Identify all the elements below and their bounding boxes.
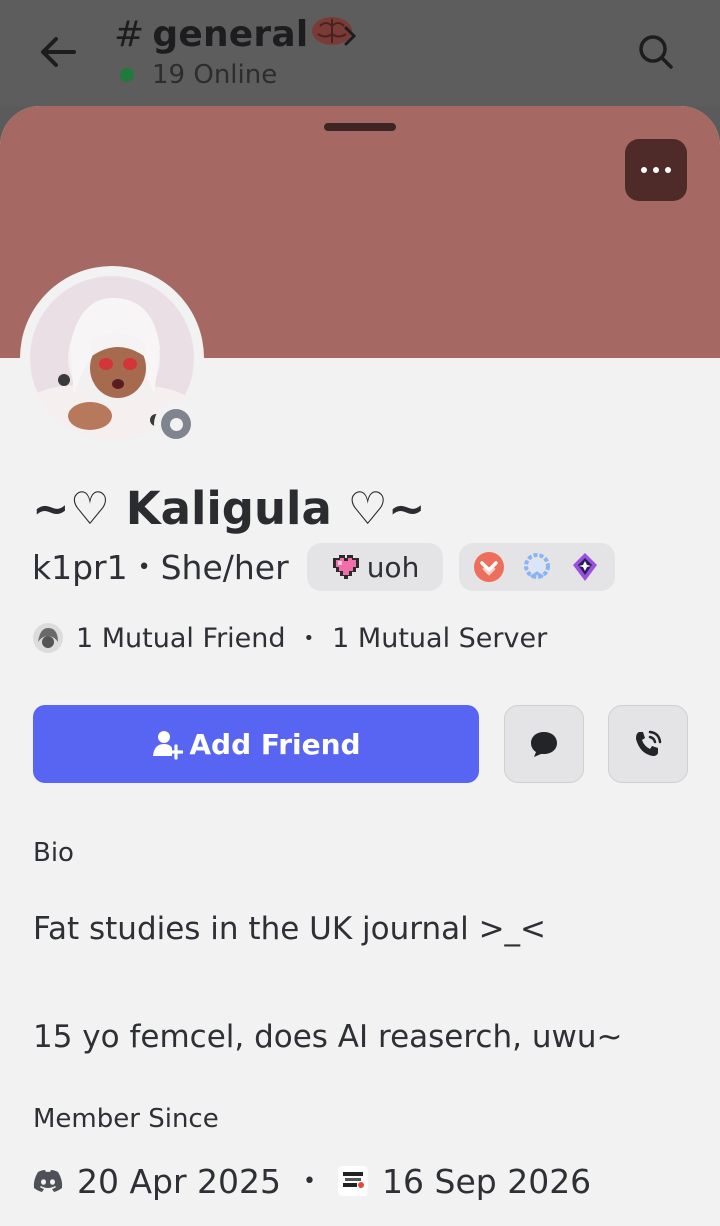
add-friend-label: Add Friend bbox=[189, 727, 361, 761]
server-tag-pill[interactable]: uoh bbox=[306, 543, 444, 591]
profile-sheet: ~♡ Kaligula ♡~ k1pr1 • She/her uoh 1 Mut… bbox=[0, 106, 720, 1226]
more-dot bbox=[653, 167, 659, 173]
message-icon bbox=[531, 732, 557, 757]
call-icon bbox=[636, 730, 662, 756]
pronouns: She/her bbox=[160, 547, 289, 587]
pixel-heart-icon bbox=[332, 555, 359, 579]
channel-name: general bbox=[152, 14, 309, 55]
username-line: k1pr1 • She/her uoh bbox=[32, 542, 616, 592]
offline-status-icon bbox=[154, 402, 198, 446]
discord-icon bbox=[33, 1170, 63, 1192]
mutual-servers[interactable]: 1 Mutual Server bbox=[332, 623, 547, 654]
member-since-row: 20 Apr 2025 • 16 Sep 2026 bbox=[33, 1156, 591, 1206]
server-member-since: 16 Sep 2026 bbox=[382, 1161, 592, 1201]
more-dot bbox=[665, 167, 671, 173]
channel-hash: # bbox=[114, 14, 145, 55]
display-name: ~♡ Kaligula ♡~ bbox=[32, 482, 426, 535]
search-icon[interactable] bbox=[636, 32, 676, 72]
separator: • bbox=[303, 627, 315, 649]
more-dots-icon bbox=[641, 167, 647, 173]
mutual-friend-avatar bbox=[33, 623, 63, 653]
mutual-friends[interactable]: 1 Mutual Friend bbox=[76, 623, 286, 654]
call-button[interactable] bbox=[608, 705, 688, 783]
status-ring bbox=[161, 409, 191, 439]
nitro-badge-icon[interactable] bbox=[569, 551, 601, 583]
quest-badge-icon[interactable] bbox=[521, 551, 553, 583]
back-arrow-icon[interactable] bbox=[36, 30, 80, 74]
status-hole bbox=[169, 417, 183, 431]
message-button[interactable] bbox=[504, 705, 584, 783]
online-count: 19 Online bbox=[120, 60, 277, 90]
add-friend-icon bbox=[153, 731, 184, 760]
add-friend-button[interactable]: Add Friend bbox=[33, 705, 479, 783]
online-text: 19 Online bbox=[152, 60, 278, 90]
chevron-right-icon[interactable] bbox=[342, 24, 358, 48]
server-tag-label: uoh bbox=[366, 550, 420, 584]
discord-member-since: 20 Apr 2025 bbox=[77, 1161, 282, 1201]
channel-header: # general 19 Online bbox=[0, 0, 720, 106]
channel-title[interactable]: # general bbox=[114, 14, 354, 55]
member-since-heading: Member Since bbox=[33, 1104, 219, 1134]
bio-heading: Bio bbox=[33, 838, 74, 868]
online-dot-icon bbox=[120, 68, 134, 82]
separator: • bbox=[303, 1168, 317, 1194]
server-icon bbox=[338, 1166, 369, 1196]
nitro-boost-badge-icon[interactable] bbox=[473, 551, 505, 583]
separator: • bbox=[137, 554, 151, 580]
more-options-button[interactable] bbox=[625, 139, 687, 201]
drag-handle[interactable] bbox=[324, 123, 396, 131]
bio-text: Fat studies in the UK journal >_< 15 yo … bbox=[33, 911, 623, 1055]
badges-pill bbox=[459, 543, 616, 591]
username[interactable]: k1pr1 bbox=[32, 548, 128, 587]
mutuals-row[interactable]: 1 Mutual Friend • 1 Mutual Server bbox=[32, 618, 547, 658]
